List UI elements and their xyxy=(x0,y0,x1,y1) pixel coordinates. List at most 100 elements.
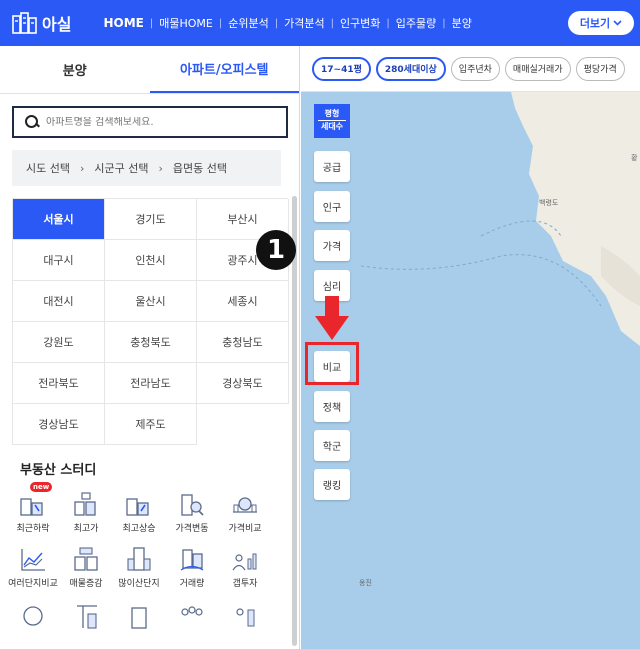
tool-school[interactable]: 학군 xyxy=(314,430,350,461)
study-item-listing-change[interactable]: 매물증감 xyxy=(61,545,111,590)
study-item-price-change[interactable]: 가격변동 xyxy=(167,490,217,535)
chevron-right-icon: › xyxy=(158,161,163,175)
more-label: 더보기 xyxy=(579,17,611,30)
chevron-right-icon: › xyxy=(79,161,85,175)
study-item-more-2[interactable] xyxy=(61,600,111,630)
study-item-recent-drop[interactable]: new 최근하락 xyxy=(8,482,58,535)
top-nav-bar: 아실 HOME | 매물HOME | 순위분석 | 가격분석 | 인구변화 | … xyxy=(0,0,640,46)
map-area[interactable]: 백령도 황 옹진 17~41평 280세대이상 입주년차 매매실거래가 평당가격… xyxy=(301,46,640,649)
map-label: 황 xyxy=(631,154,638,162)
building-crown-icon xyxy=(71,490,101,520)
nav-listing-home[interactable]: 매물HOME xyxy=(159,15,213,31)
line-chart-icon xyxy=(18,545,48,575)
study-label: 매물증감 xyxy=(69,579,103,589)
region-cell[interactable]: 전라북도 xyxy=(13,363,105,404)
study-label: 최고가 xyxy=(73,524,99,534)
more-button[interactable]: 더보기 xyxy=(568,11,634,35)
listing-building-icon xyxy=(71,545,101,575)
nav-home[interactable]: HOME xyxy=(103,16,143,30)
study-item-most-bought[interactable]: 많이산단지 xyxy=(114,545,164,590)
logo[interactable]: 아실 xyxy=(12,11,71,35)
study-label: 가격변동 xyxy=(175,524,209,534)
nav-supply[interactable]: 입주물량 xyxy=(396,15,436,31)
region-cell[interactable]: 경기도 xyxy=(105,199,197,240)
filter-chip-price-per-pyeong[interactable]: 평당가격 xyxy=(575,56,625,81)
region-cell[interactable]: 경상남도 xyxy=(13,404,105,445)
magnifier-building-icon xyxy=(177,490,207,520)
study-label: 거래량 xyxy=(179,579,205,589)
map-label: 옹진 xyxy=(359,579,372,587)
study-title: 부동산 스터디 xyxy=(20,463,97,478)
study-label: 갭투자 xyxy=(232,579,258,589)
chart-down-icon: new xyxy=(18,482,53,520)
study-label: 여러단지비교 xyxy=(8,579,58,589)
chevron-down-icon xyxy=(613,20,622,26)
map-side-toolbar: 평형 세대수 xyxy=(314,104,350,138)
toggle-household-label: 세대수 xyxy=(318,120,346,133)
filter-chip-size[interactable]: 17~41평 xyxy=(312,56,371,81)
study-item-highest[interactable]: 최고가 xyxy=(61,490,111,535)
study-item-more-4[interactable] xyxy=(167,600,217,630)
filter-bar: 17~41평 280세대이상 입주년차 매매실거래가 평당가격 xyxy=(301,46,640,92)
tool-supply[interactable]: 공급 xyxy=(314,151,350,182)
tool-population[interactable]: 인구 xyxy=(314,191,350,222)
filter-chip-households[interactable]: 280세대이상 xyxy=(375,56,446,81)
study-item-volume[interactable]: 거래량 xyxy=(167,545,217,590)
study-label: 가격비교 xyxy=(228,524,262,534)
region-cell[interactable]: 울산시 xyxy=(105,281,197,322)
region-cell[interactable]: 세종시 xyxy=(197,281,289,322)
nav-ranking[interactable]: 순위분석 xyxy=(228,15,268,31)
nav-population[interactable]: 인구변화 xyxy=(340,15,380,31)
tool-ranking[interactable]: 랭킹 xyxy=(314,469,350,500)
new-badge: new xyxy=(30,482,53,492)
region-cell[interactable]: 충청북도 xyxy=(105,322,197,363)
step-number-badge: 1 xyxy=(256,230,296,270)
study-item-price-compare[interactable]: 가격비교 xyxy=(220,490,270,535)
search-input[interactable] xyxy=(46,116,266,128)
tool-price[interactable]: 가격 xyxy=(314,230,350,261)
study-label: 최근하락 xyxy=(16,524,50,534)
search-box[interactable] xyxy=(12,106,288,138)
panel-scrollbar[interactable] xyxy=(292,196,297,646)
region-cell[interactable]: 대구시 xyxy=(13,240,105,281)
region-cell[interactable]: 경상북도 xyxy=(197,363,289,404)
region-cell[interactable]: 대전시 xyxy=(13,281,105,322)
arrow-down-icon xyxy=(315,296,349,340)
left-panel: 분양 아파트/오피스텔 시도 선택 › 시군구 선택 › 읍면동 선택 서울시 … xyxy=(0,46,300,649)
person-money-icon xyxy=(230,600,260,630)
nav-presale[interactable]: 분양 xyxy=(452,15,472,31)
study-item-more-5[interactable] xyxy=(220,600,270,630)
study-label: 최고상승 xyxy=(122,524,156,534)
filter-chip-move-in-year[interactable]: 입주년차 xyxy=(450,56,500,81)
eupmyeondong-select[interactable]: 읍면동 선택 xyxy=(173,160,227,176)
sigungu-select[interactable]: 시군구 선택 xyxy=(94,160,148,176)
study-item-gap-invest[interactable]: 갭투자 xyxy=(220,545,270,590)
people-group-icon xyxy=(177,600,207,630)
search-icon xyxy=(24,114,40,130)
tab-presale[interactable]: 분양 xyxy=(0,46,150,93)
size-household-toggle[interactable]: 평형 세대수 xyxy=(314,104,350,138)
region-breadcrumb: 시도 선택 › 시군구 선택 › 읍면동 선택 xyxy=(12,150,281,186)
nav-price-analysis[interactable]: 가격분석 xyxy=(284,15,324,31)
region-cell[interactable]: 제주도 xyxy=(105,404,197,445)
region-cell-empty xyxy=(197,404,289,445)
map-label: 백령도 xyxy=(539,199,559,207)
region-cell[interactable]: 전라남도 xyxy=(105,363,197,404)
tab-apartment[interactable]: 아파트/오피스텔 xyxy=(149,46,299,93)
study-grid: new 최근하락 최고가 최고상승 가격변동 가격비교 여러단지비교 매물증감 … xyxy=(8,482,299,630)
region-cell[interactable]: 강원도 xyxy=(13,322,105,363)
region-cell[interactable]: 인천시 xyxy=(105,240,197,281)
region-cell[interactable]: 서울시 xyxy=(13,199,105,240)
filter-chip-sale-price[interactable]: 매매실거래가 xyxy=(504,56,571,81)
region-cell[interactable]: 충청남도 xyxy=(197,322,289,363)
sido-select[interactable]: 시도 선택 xyxy=(26,160,70,176)
tool-policy[interactable]: 정책 xyxy=(314,391,350,422)
tower-building-icon xyxy=(124,545,154,575)
study-item-more-3[interactable] xyxy=(114,600,164,630)
study-item-multi-compare[interactable]: 여러단지비교 xyxy=(8,545,58,590)
study-item-highest-rise[interactable]: 최고상승 xyxy=(114,490,164,535)
study-item-more-1[interactable] xyxy=(8,600,58,630)
logo-text: 아실 xyxy=(42,15,72,34)
panel-tabs: 분양 아파트/오피스텔 xyxy=(0,46,299,94)
region-grid: 서울시 경기도 부산시 대구시 인천시 광주시 대전시 울산시 세종시 강원도 … xyxy=(12,198,289,445)
